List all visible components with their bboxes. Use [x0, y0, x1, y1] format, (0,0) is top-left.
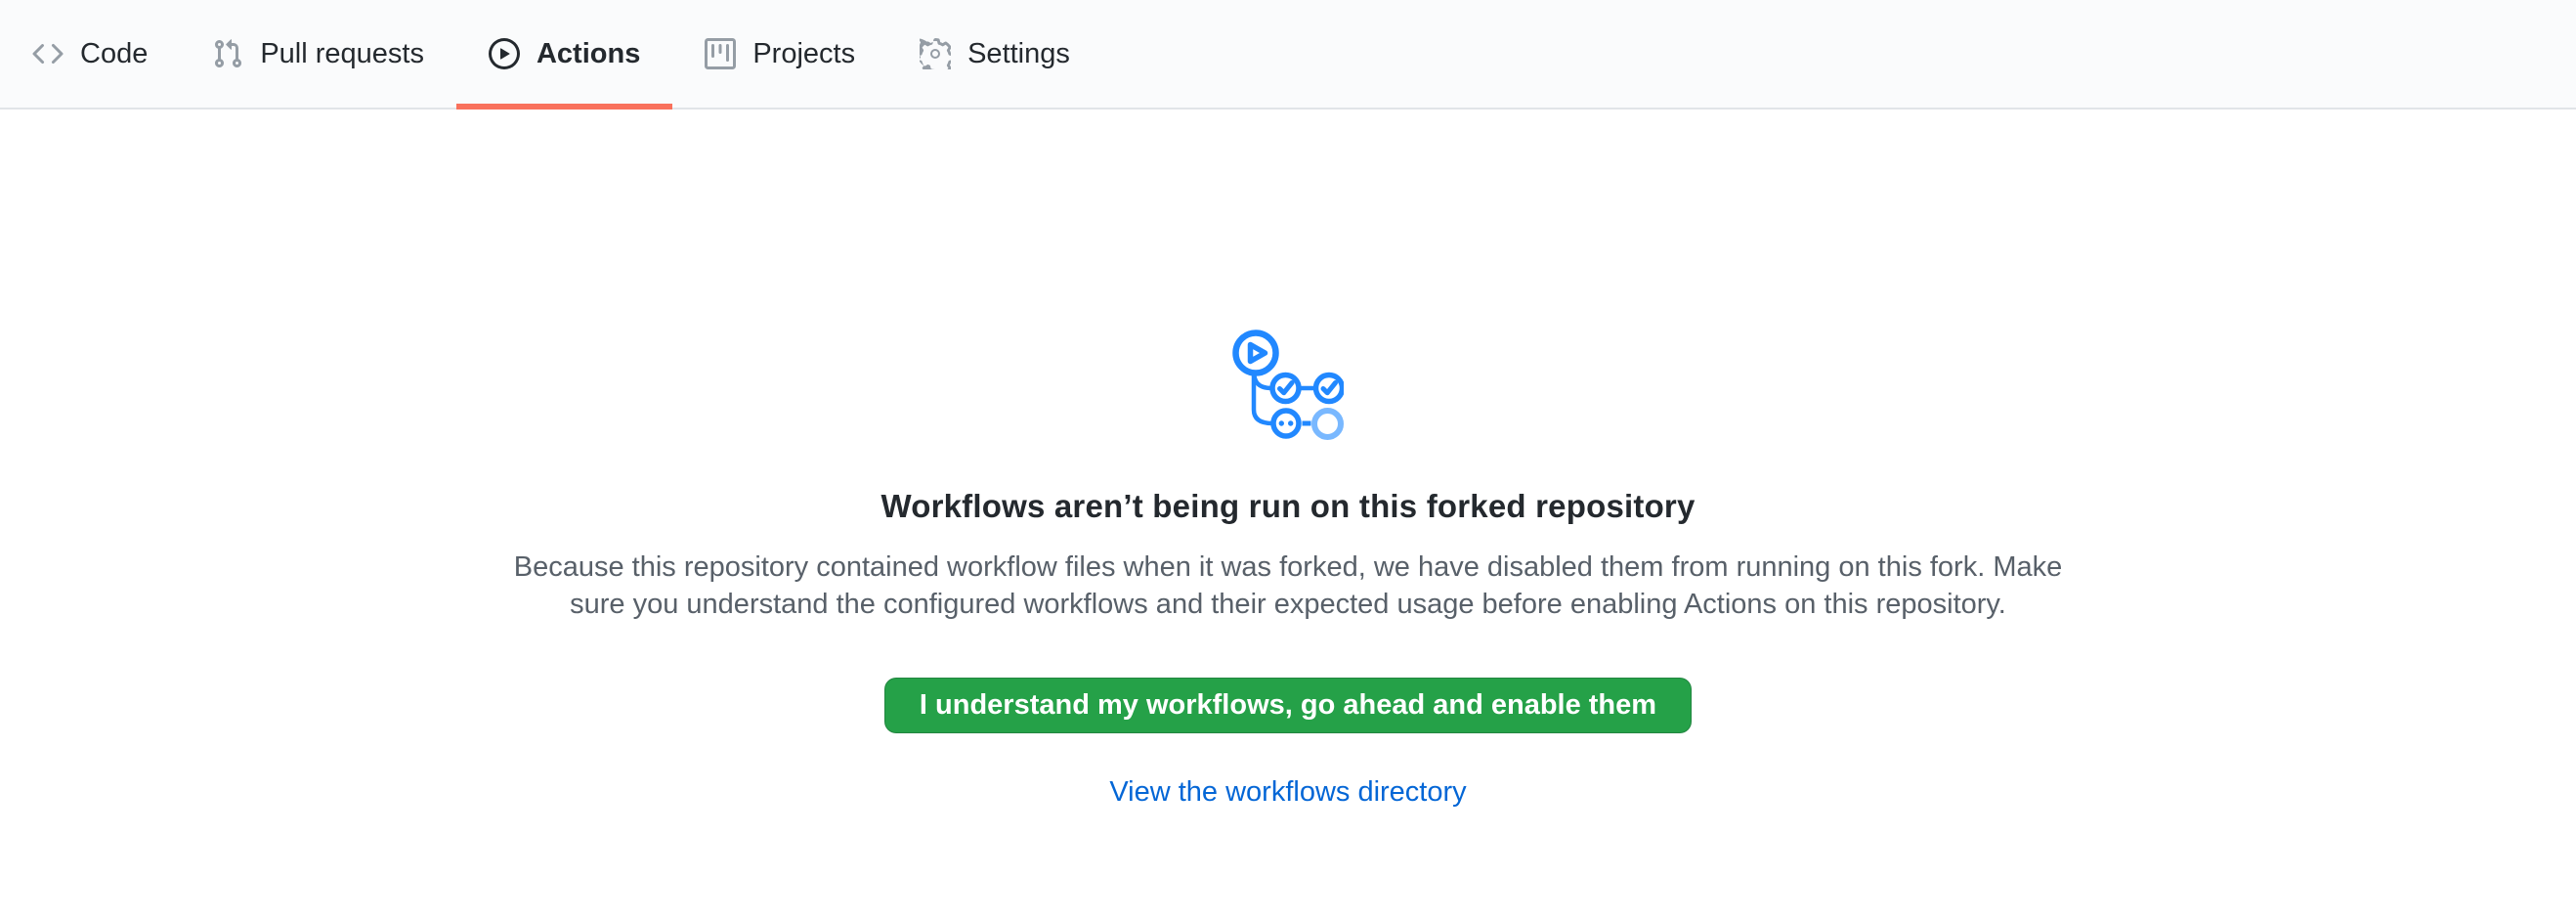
tab-projects-label: Projects: [752, 38, 855, 70]
tab-actions[interactable]: Actions: [456, 0, 672, 108]
enable-button-row: I understand my workflows, go ahead and …: [0, 623, 2576, 733]
active-tab-underline: [456, 104, 672, 110]
tab-settings[interactable]: Settings: [887, 0, 1102, 108]
gear-icon: [920, 38, 951, 69]
tab-actions-label: Actions: [537, 38, 640, 70]
tab-code[interactable]: Code: [0, 0, 180, 108]
project-icon: [705, 38, 736, 69]
tab-code-label: Code: [80, 38, 148, 70]
tab-projects[interactable]: Projects: [672, 0, 887, 108]
code-icon: [32, 38, 64, 69]
play-icon: [489, 38, 520, 69]
blankslate-description: Because this repository contained workfl…: [492, 549, 2084, 623]
tab-settings-label: Settings: [967, 38, 1070, 70]
enable-workflows-button[interactable]: I understand my workflows, go ahead and …: [884, 678, 1692, 733]
blankslate-heading: Workflows aren’t being run on this forke…: [0, 488, 2576, 525]
repo-tab-nav: Code Pull requests Actions Projects: [0, 0, 2576, 110]
tab-pull-requests[interactable]: Pull requests: [180, 0, 456, 108]
workflow-graph-icon: [0, 328, 2576, 443]
git-pull-request-icon: [212, 38, 243, 69]
actions-disabled-blankslate: Workflows aren’t being run on this forke…: [0, 110, 2576, 809]
github-repo-actions-page: Code Pull requests Actions Projects: [0, 0, 2576, 923]
workflows-link-row: View the workflows directory: [0, 776, 2576, 809]
tab-pull-requests-label: Pull requests: [260, 38, 424, 70]
view-workflows-directory-link[interactable]: View the workflows directory: [1109, 776, 1466, 808]
